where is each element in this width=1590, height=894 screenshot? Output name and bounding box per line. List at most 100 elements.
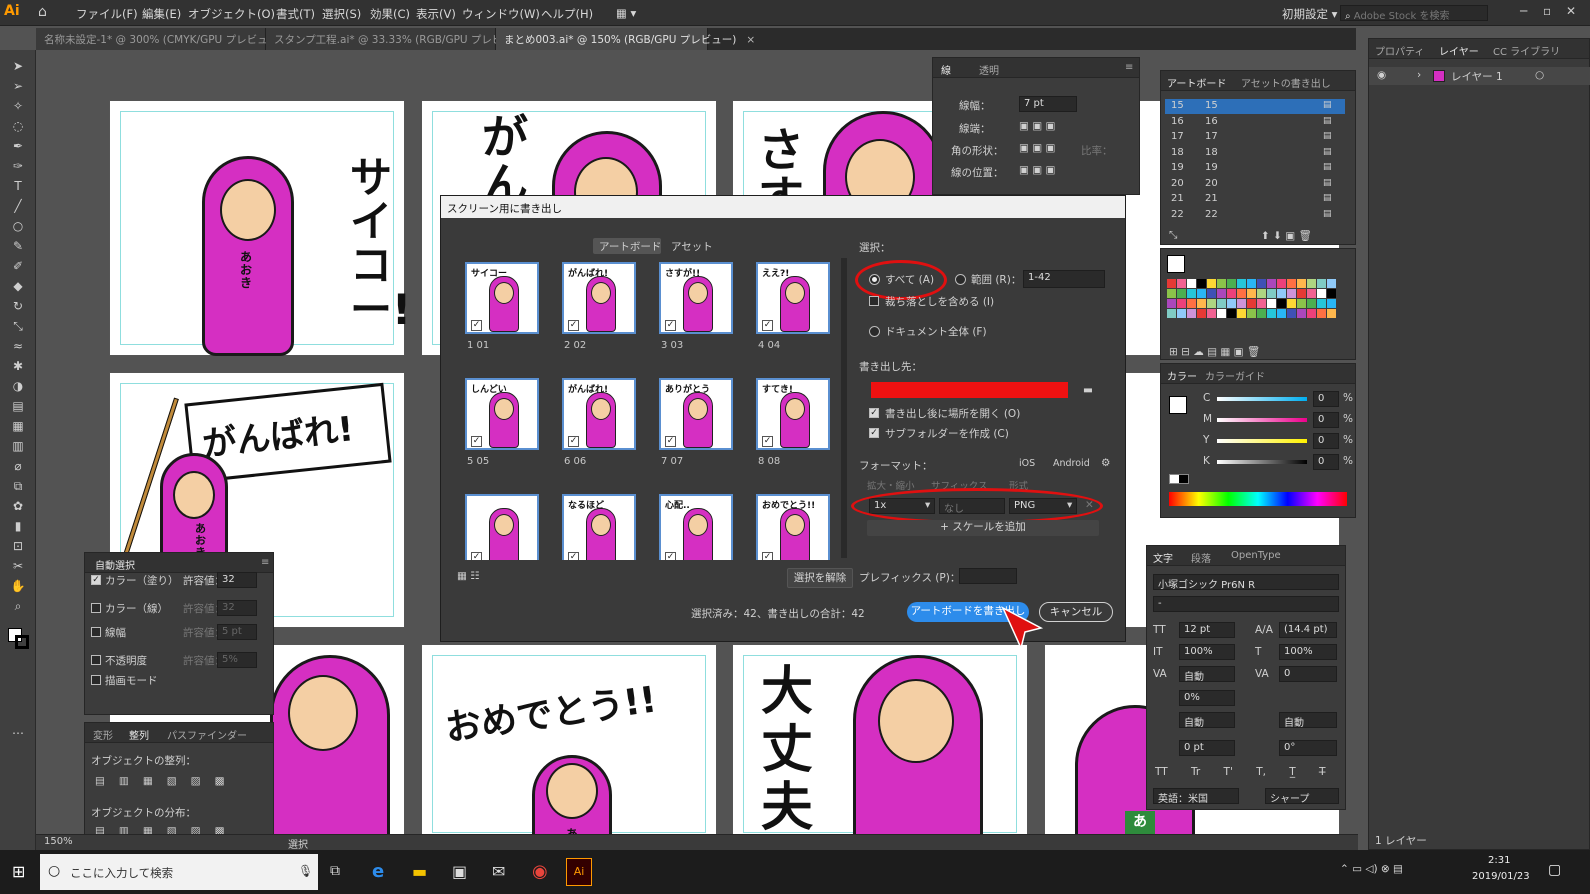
artboard-row[interactable]: 20 20 ▤ [1165,177,1345,192]
windows-start-icon[interactable]: ⊞ [12,862,25,881]
color-swatch[interactable] [1237,289,1246,298]
maximize-icon[interactable]: ▫ [1543,4,1551,18]
channel-value-input[interactable]: 0 [1313,391,1339,407]
thumbnail-scrollbar[interactable] [841,258,847,558]
color-swatch[interactable] [1327,279,1336,288]
color-spectrum[interactable] [1169,492,1347,506]
tab-magic-wand[interactable]: 自動選択 [95,557,135,572]
subfolder-checkbox[interactable]: ✓ [869,428,879,438]
channel-value-input[interactable]: 0 [1313,412,1339,428]
rotate-tool-icon[interactable]: ↻ [9,298,27,314]
tab-cc-libraries[interactable]: CC ライブラリ [1493,43,1560,58]
option-checkbox[interactable]: ✓ [91,575,101,585]
minimize-icon[interactable]: ─ [1520,4,1527,18]
open-after-checkbox[interactable]: ✓ [869,408,879,418]
tab-color-guide[interactable]: カラーガイド [1205,368,1265,383]
color-swatch[interactable] [1297,299,1306,308]
baseline-shift-input[interactable]: 0 pt [1179,740,1235,756]
direct-selection-tool-icon[interactable]: ➢ [9,78,27,94]
artboard-options-icon[interactable]: ▤ [1323,209,1332,219]
preset-ios[interactable]: iOS [1019,458,1035,469]
color-swatch[interactable] [1227,279,1236,288]
color-swatch[interactable] [1247,279,1256,288]
artboard-thumbnail[interactable]: ええ?! ✓ [756,262,830,334]
option-checkbox[interactable] [91,603,101,613]
tab-align[interactable]: 整列 [129,727,149,742]
color-swatch[interactable] [1327,299,1336,308]
color-swatch[interactable] [1287,279,1296,288]
line-tool-icon[interactable]: ╱ [9,198,27,214]
color-swatch[interactable] [1307,309,1316,318]
range-input[interactable]: 1-42 [1023,270,1105,288]
antialias-select[interactable]: シャープ [1265,788,1339,805]
tolerance-input[interactable]: 32 [217,600,257,616]
color-swatch[interactable] [1217,289,1226,298]
hand-tool-icon[interactable]: ✋ [9,578,27,594]
artboard-thumbnail[interactable]: がんばれ! ✓ [562,378,636,450]
microphone-icon[interactable]: 🎙 [298,864,313,878]
tab-artboards[interactable]: アートボード [1167,75,1226,90]
home-icon[interactable]: ⌂ [38,4,56,22]
menu-window[interactable]: ウィンドウ(W) [462,6,540,22]
artboard-name[interactable]: 16 [1205,116,1218,127]
corner-buttons[interactable]: ▣ ▣ ▣ [1019,142,1055,154]
artboard-thumbnail[interactable]: すてき! ✓ [756,378,830,450]
thumbnail-checkbox[interactable]: ✓ [471,320,482,331]
color-swatch[interactable] [1217,299,1226,308]
menu-help[interactable]: ヘルプ(H) [541,6,593,22]
none-black-white-swatches[interactable] [1169,474,1189,484]
tsume-input[interactable]: 0% [1179,690,1235,706]
font-style-select[interactable]: - [1153,596,1339,612]
kerning-input[interactable]: 自動 [1179,666,1235,683]
color-swatch[interactable] [1247,289,1256,298]
font-family-select[interactable]: 小塚ゴシック Pr6N R [1153,574,1339,591]
tab-properties[interactable]: プロパティ [1375,43,1424,58]
color-swatch[interactable] [1267,279,1276,288]
tab-layers[interactable]: レイヤー [1439,43,1479,58]
channel-slider[interactable] [1217,397,1307,401]
color-swatch[interactable] [1277,279,1286,288]
color-swatch[interactable] [1277,299,1286,308]
color-swatch[interactable] [1187,309,1196,318]
horizontal-scale-input[interactable]: 100% [1279,644,1337,660]
color-swatch[interactable] [1287,309,1296,318]
language-select[interactable]: 英語：米国 [1153,788,1239,805]
channel-value-input[interactable]: 0 [1313,433,1339,449]
artboard-options-icon[interactable]: ▤ [1323,100,1332,110]
artboard-thumbnail[interactable]: ありがとう ✓ [659,378,733,450]
thumbnail-checkbox[interactable]: ✓ [762,320,773,331]
close-tab-icon[interactable]: × [746,34,755,46]
graph-tool-icon[interactable]: ▮ [9,518,27,534]
artboard-thumbnail[interactable]: おめでとう!! ✓ [756,494,830,560]
stroke-swatch[interactable] [15,635,29,649]
tracking-input[interactable]: 0 [1279,666,1337,682]
shape-builder-tool-icon[interactable]: ◑ [9,378,27,394]
color-swatch[interactable] [1277,309,1286,318]
magic-wand-tool-icon[interactable]: ✧ [9,98,27,114]
artboard-11[interactable]: 大丈夫 [732,644,1028,840]
clock-date[interactable]: 2019/01/23 [1472,871,1530,882]
eye-icon[interactable]: ◉ [1377,69,1386,81]
color-swatch[interactable] [1297,279,1306,288]
file-explorer-icon[interactable]: ▬ [412,862,427,881]
tolerance-input[interactable]: 5% [217,652,257,668]
channel-slider[interactable] [1217,439,1307,443]
artboard-options-icon[interactable]: ▤ [1323,178,1332,188]
tab-assets[interactable]: アセット [665,238,725,254]
artboard-tool-icon[interactable]: ⊡ [9,538,27,554]
artboard-options-icon[interactable]: ▤ [1323,193,1332,203]
notification-icon[interactable]: ▢ [1548,862,1561,878]
warp-tool-icon[interactable]: ≈ [9,338,27,354]
artboard-name[interactable]: 15 [1205,100,1218,111]
swatch-grid[interactable] [1167,279,1347,329]
color-swatch[interactable] [1167,289,1176,298]
tab-paragraph[interactable]: 段落 [1191,550,1211,565]
export-path-field-redacted[interactable] [871,382,1068,398]
mail-icon[interactable]: ✉ [492,862,505,881]
rotation-input[interactable]: 0° [1279,740,1337,756]
color-swatch[interactable] [1267,299,1276,308]
expand-icon[interactable]: › [1417,69,1421,81]
artboard-thumbnail[interactable]: なるほど ✓ [562,494,636,560]
color-swatch[interactable] [1167,309,1176,318]
artboard-row[interactable]: 18 18 ▤ [1165,146,1345,161]
